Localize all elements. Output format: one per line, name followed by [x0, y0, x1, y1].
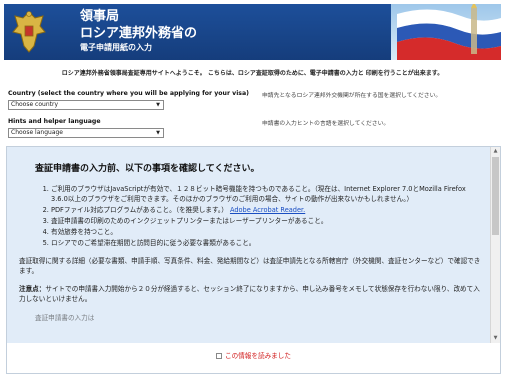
list-item: ご利用のブラウザはJavaScriptが有効で、１２８ビット暗号機能を持つもので…: [51, 184, 481, 204]
header-line3: 電子申請用紙の入力: [80, 43, 152, 52]
header-title: 領事局 ロシア連邦外務省の 電子申請用紙の入力: [80, 8, 197, 54]
language-select[interactable]: Choose language ▼: [8, 128, 164, 138]
header-banner: 領事局 ロシア連邦外務省の 電子申請用紙の入力: [4, 4, 501, 60]
chevron-down-icon: ▼: [156, 102, 160, 108]
confirm-read-checkbox[interactable]: この情報を読みました: [7, 350, 500, 360]
double-headed-eagle-icon: [12, 11, 46, 53]
info-scroll-area[interactable]: 査証申請書の入力前、以下の事項を確認してください。 ご利用のブラウザはJavaS…: [7, 147, 491, 343]
list-item: PDFファイル対応プログラムがあること。（を推奨します。） Adobe Acro…: [51, 205, 481, 215]
chevron-down-icon: ▼: [156, 130, 160, 136]
language-label: Hints and helper language: [8, 118, 101, 125]
scroll-down-icon[interactable]: ▼: [491, 334, 500, 343]
language-hint: 申請書の入力ヒントの言語を選択してください。: [262, 121, 390, 127]
list-item: 有効旅券を持つこと。: [51, 227, 481, 237]
panel-title: 査証申請書の入力前、以下の事項を確認してください。: [35, 164, 260, 174]
checkbox[interactable]: [216, 353, 223, 359]
country-select[interactable]: Choose country ▼: [8, 100, 164, 110]
requirements-list: ご利用のブラウザはJavaScriptが有効で、１２８ビット暗号機能を持つもので…: [51, 184, 481, 248]
welcome-text: ロシア連邦外務省領事局査証専用サイトへようこそ。 こちらは、ロシア査証取得のため…: [61, 70, 444, 77]
note-paragraph: 注意点：サイトでの申請書入力開始から２０分が経過すると、セッション終了になります…: [19, 284, 481, 304]
scroll-up-icon[interactable]: ▲: [491, 147, 500, 156]
note-label: 注意点：: [19, 285, 46, 293]
info-panel: 査証申請書の入力前、以下の事項を確認してください。 ご利用のブラウザはJavaS…: [6, 146, 501, 374]
list-item: ロシアでのご希望滞在期間と訪問目的に従う必要な書類があること。: [51, 238, 481, 248]
confirm-label: この情報を読みました: [225, 352, 291, 360]
header-line1: 領事局: [80, 9, 120, 24]
country-select-value: Choose country: [11, 101, 59, 108]
country-label: Country (select the country where you wi…: [8, 90, 249, 97]
header-line2: ロシア連邦外務省の: [80, 26, 198, 41]
country-hint: 申請先となるロシア連邦外交機関が所在する国を選択してください。: [262, 93, 442, 99]
scrollbar[interactable]: ▲ ▼: [490, 147, 500, 343]
details-paragraph: 査証取得に関する詳細（必要な書類、申請手順、写真条件、料金、発給期間など）は査証…: [19, 257, 481, 275]
language-select-value: Choose language: [11, 129, 63, 136]
cut-off-text: 査証申請書の入力は: [35, 314, 95, 322]
acrobat-reader-link[interactable]: Adobe Acrobat Reader.: [230, 206, 305, 214]
russian-flag-icon: [397, 4, 501, 60]
flag-area: [391, 4, 501, 60]
list-item-text: PDFファイル対応プログラムがあること。（を推奨します。）: [51, 206, 228, 214]
scroll-thumb[interactable]: [492, 157, 499, 235]
list-item: 査証申請書の印刷のためのインクジェットプリンターまたはレーザープリンターがあるこ…: [51, 216, 481, 226]
note-text: サイトでの申請書入力開始から２０分が経過すると、セッション終了になりますから、申…: [19, 285, 480, 303]
